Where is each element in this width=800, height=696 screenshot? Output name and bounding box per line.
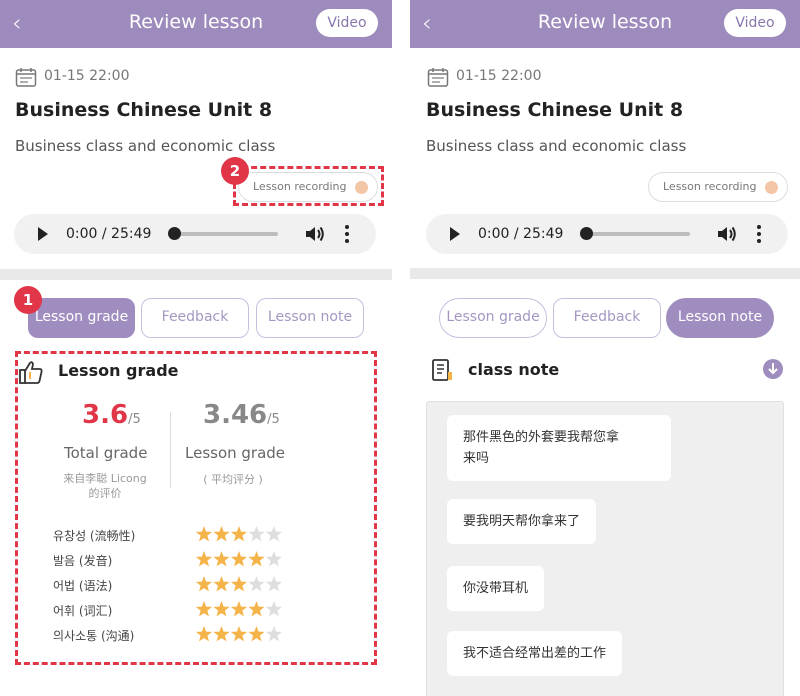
- lesson-grade-source: ( 平均评分 ): [203, 473, 263, 486]
- rating-label-vocabulary: 어휘 (词汇): [53, 604, 113, 618]
- lesson-recording-label: Lesson recording: [663, 180, 757, 193]
- rating-stars-grammar: [195, 576, 283, 592]
- star-icon: [248, 526, 265, 542]
- star-icon: [265, 626, 283, 642]
- lesson-date: 01-15 22:00: [44, 68, 130, 84]
- star-icon: [230, 551, 248, 567]
- star-icon: [213, 526, 230, 542]
- more-options-icon[interactable]: [756, 224, 762, 244]
- star-icon: [230, 601, 248, 617]
- section-divider: [410, 268, 800, 279]
- lesson-grade-label: Lesson grade: [185, 444, 286, 462]
- app-header: ‹ Review lesson Video: [0, 0, 392, 48]
- lesson-recording-button[interactable]: Lesson recording: [648, 172, 788, 202]
- tab-lesson-grade[interactable]: Lesson grade: [439, 298, 547, 338]
- note-message: 你没带耳机: [447, 566, 545, 611]
- rating-stars-pronunciation: [195, 551, 283, 567]
- star-icon: [248, 601, 265, 617]
- lesson-grade-value: 3.46/5: [203, 400, 280, 430]
- step-badge-2: 2: [221, 157, 249, 185]
- star-icon: [213, 601, 230, 617]
- rating-label-communication: 의사소통 (沟通): [53, 629, 135, 643]
- play-icon[interactable]: [38, 227, 48, 241]
- star-icon: [195, 551, 213, 567]
- highlight-recording: [233, 166, 384, 206]
- lesson-date: 01-15 22:00: [456, 68, 542, 84]
- star-icon: [248, 576, 265, 592]
- rating-label-grammar: 어법 (语法): [53, 579, 113, 593]
- left-screen: ‹ Review lesson Video 01-15 22:00 Busine…: [0, 0, 392, 696]
- audio-player: 0:00 / 25:49: [14, 214, 376, 254]
- star-icon: [265, 601, 283, 617]
- star-icon: [230, 626, 248, 642]
- lesson-subtitle: Business class and economic class: [15, 137, 276, 155]
- star-icon: [248, 626, 265, 642]
- class-note-title: class note: [468, 360, 560, 379]
- download-arrow-icon[interactable]: [762, 358, 784, 380]
- video-button[interactable]: Video: [316, 9, 378, 37]
- star-icon: [265, 551, 283, 567]
- star-icon: [195, 576, 213, 592]
- note-message: 那件黑色的外套要我帮您拿 来吗: [447, 415, 671, 481]
- lesson-subtitle: Business class and economic class: [426, 137, 687, 155]
- note-message: 要我明天帮你拿来了: [447, 499, 597, 544]
- tab-feedback[interactable]: Feedback: [553, 298, 661, 338]
- audio-time: 0:00 / 25:49: [478, 226, 564, 242]
- right-screen: ‹ Review lesson Video 01-15 22:00 Busine…: [410, 0, 800, 696]
- thumbs-up-icon: [19, 361, 43, 384]
- tab-feedback[interactable]: Feedback: [141, 298, 249, 338]
- star-icon: [265, 576, 283, 592]
- star-icon: [195, 526, 213, 542]
- total-grade-value: 3.6/5: [82, 400, 141, 430]
- star-icon: [230, 526, 248, 542]
- total-grade-label: Total grade: [64, 444, 148, 462]
- star-icon: [265, 526, 283, 542]
- rating-stars-fluency: [195, 526, 283, 542]
- audio-time: 0:00 / 25:49: [66, 226, 152, 242]
- volume-icon[interactable]: [304, 224, 326, 244]
- audio-progress-knob[interactable]: [168, 227, 181, 240]
- audio-progress-knob[interactable]: [580, 227, 593, 240]
- grade-divider: [170, 412, 171, 488]
- video-button[interactable]: Video: [724, 9, 786, 37]
- tab-lesson-grade[interactable]: Lesson grade: [28, 298, 135, 338]
- notebook-icon: [432, 359, 452, 381]
- grade-section-title: Lesson grade: [58, 361, 179, 380]
- total-grade-source: 来自李聪 Licong 的评价: [63, 472, 147, 500]
- rating-label-pronunciation: 발음 (发音): [53, 554, 113, 568]
- rating-stars-communication: [195, 626, 283, 642]
- lesson-title: Business Chinese Unit 8: [15, 99, 273, 121]
- star-icon: [248, 551, 265, 567]
- tab-lesson-note[interactable]: Lesson note: [256, 298, 364, 338]
- lesson-title: Business Chinese Unit 8: [426, 99, 684, 121]
- app-header: ‹ Review lesson Video: [410, 0, 800, 48]
- rating-label-fluency: 유창성 (流畅性): [53, 529, 136, 543]
- star-icon: [195, 626, 213, 642]
- star-icon: [213, 551, 230, 567]
- star-icon: [195, 601, 213, 617]
- calendar-icon: [427, 68, 449, 87]
- audio-player: 0:00 / 25:49: [426, 214, 788, 254]
- download-icon: [765, 181, 778, 194]
- audio-progress-track[interactable]: [174, 232, 278, 236]
- volume-icon[interactable]: [716, 224, 738, 244]
- more-options-icon[interactable]: [344, 224, 350, 244]
- star-icon: [213, 576, 230, 592]
- star-icon: [213, 626, 230, 642]
- audio-progress-track[interactable]: [586, 232, 690, 236]
- rating-stars-vocabulary: [195, 601, 283, 617]
- note-message: 我不适合经常出差的工作: [447, 631, 623, 676]
- star-icon: [230, 576, 248, 592]
- calendar-icon: [15, 68, 37, 87]
- section-divider: [0, 269, 392, 280]
- tab-lesson-note[interactable]: Lesson note: [666, 298, 774, 338]
- step-badge-1: 1: [14, 286, 42, 314]
- play-icon[interactable]: [450, 227, 460, 241]
- class-note-list: 那件黑色的外套要我帮您拿 来吗 要我明天帮你拿来了 你没带耳机 我不适合经常出差…: [426, 401, 784, 696]
